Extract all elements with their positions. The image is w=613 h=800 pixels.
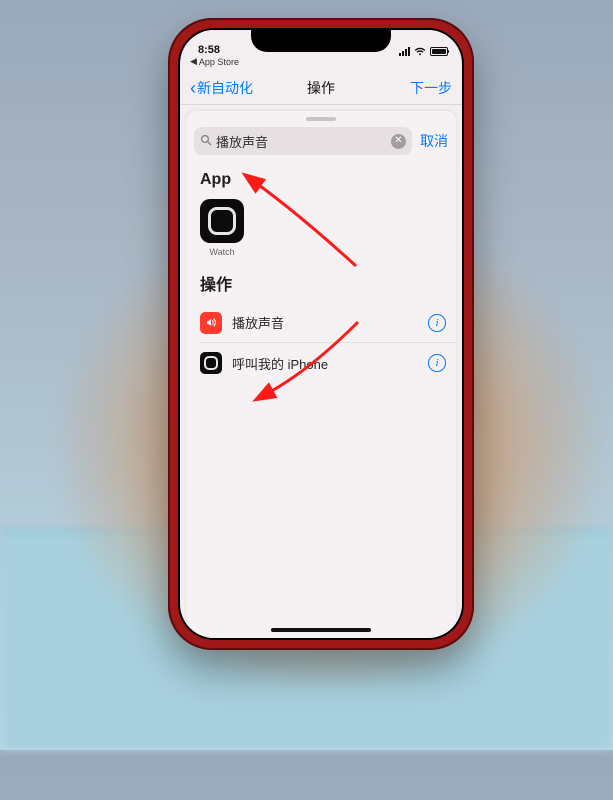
info-icon[interactable]: i (428, 354, 446, 372)
back-button[interactable]: ‹ 新自动化 (190, 78, 253, 98)
wifi-icon (414, 47, 426, 56)
clear-icon[interactable]: ✕ (391, 134, 406, 149)
nav-bar: ‹ 新自动化 操作 下一步 (180, 71, 462, 105)
speaker-icon (200, 312, 222, 334)
home-indicator[interactable] (271, 628, 371, 632)
info-icon[interactable]: i (428, 314, 446, 332)
app-label: Watch (209, 247, 234, 257)
nav-title: 操作 (307, 78, 335, 98)
chevron-left-icon: ◀ (190, 56, 197, 67)
next-button[interactable]: 下一步 (410, 78, 452, 98)
chevron-left-icon: ‹ (190, 79, 196, 97)
cancel-button[interactable]: 取消 (420, 131, 448, 151)
app-watch[interactable]: Watch (200, 199, 244, 257)
search-icon (200, 134, 212, 149)
sheet-grabber[interactable] (306, 117, 336, 121)
section-actions-title: 操作 (186, 263, 456, 303)
section-apps-title: App (186, 163, 456, 197)
watch-icon (200, 352, 222, 374)
actions-sheet: 播放声音 ✕ 取消 App Watch 操作 (186, 111, 456, 638)
search-value: 播放声音 (216, 132, 387, 151)
action-ping-iphone[interactable]: 呼叫我的 iPhone i (200, 343, 456, 383)
cellular-icon (399, 47, 410, 56)
search-field[interactable]: 播放声音 ✕ (194, 127, 412, 155)
battery-icon (430, 47, 448, 56)
notch (251, 28, 391, 52)
action-play-sound[interactable]: 播放声音 i (200, 303, 456, 343)
screen: 8:58 ◀ App Store ‹ 新自动化 (180, 30, 462, 638)
breadcrumb[interactable]: ◀ App Store (180, 56, 462, 71)
status-time: 8:58 (198, 44, 220, 56)
phone-frame: 8:58 ◀ App Store ‹ 新自动化 (168, 18, 474, 650)
watch-app-icon (200, 199, 244, 243)
